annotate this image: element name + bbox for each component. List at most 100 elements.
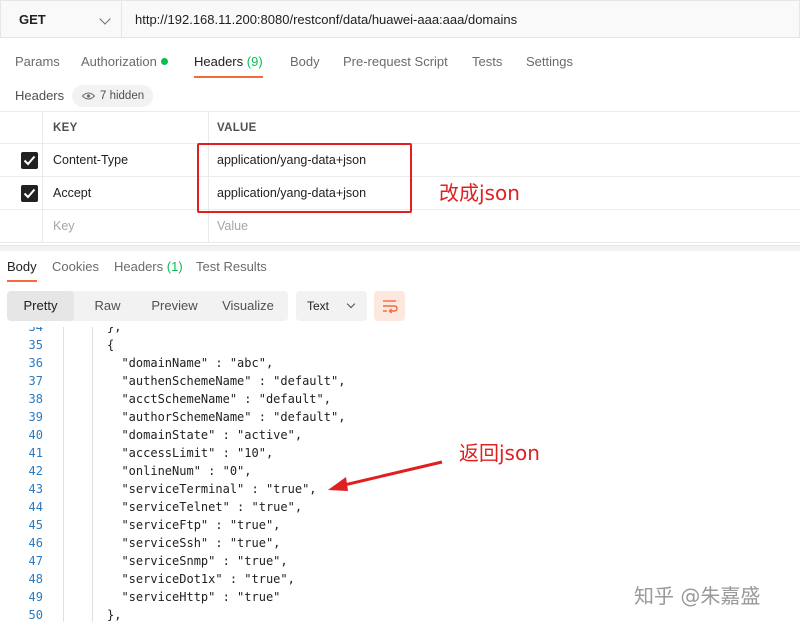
chevron-down-icon — [346, 299, 356, 309]
tab-tests[interactable]: Tests — [472, 48, 502, 78]
line-number: 37 — [28, 374, 43, 388]
code-text: "serviceFtp" : "true", — [107, 518, 281, 532]
tab-label: Body — [290, 54, 320, 69]
line-number: 46 — [28, 536, 43, 550]
panel-divider — [0, 245, 800, 251]
tab-label: Test Results — [196, 259, 267, 274]
line-number: 43 — [28, 482, 43, 496]
code-text: "serviceDot1x" : "true", — [107, 572, 295, 586]
line-number: 44 — [28, 500, 43, 514]
hidden-headers-toggle[interactable]: 7 hidden — [72, 85, 154, 107]
code-line: 36 "domainName" : "abc", — [0, 354, 800, 372]
view-raw-button[interactable]: Raw — [74, 291, 141, 321]
code-line: 35 { — [0, 336, 800, 354]
code-text: "authorSchemeName" : "default", — [107, 410, 346, 424]
line-number: 50 — [28, 608, 43, 622]
row-checkbox[interactable] — [21, 185, 38, 202]
response-tab-headers[interactable]: Headers (1) — [114, 259, 183, 274]
line-number: 47 — [28, 554, 43, 568]
code-line: 34}, — [0, 327, 800, 336]
active-tab-indicator — [194, 76, 263, 78]
headers-section-label: Headers — [15, 88, 65, 103]
wrap-lines-icon — [383, 300, 398, 314]
tab-headers[interactable]: Headers (9) — [194, 48, 263, 78]
checkmark-icon — [23, 155, 36, 166]
code-line: 37 "authenSchemeName" : "default", — [0, 372, 800, 390]
tab-body[interactable]: Body — [290, 48, 320, 78]
code-text: "accessLimit" : "10", — [107, 446, 274, 460]
code-text: "serviceTelnet" : "true", — [107, 500, 303, 514]
new-key-input[interactable]: Key — [43, 210, 209, 242]
view-preview-button[interactable]: Preview — [141, 291, 208, 321]
tab-settings[interactable]: Settings — [526, 48, 573, 78]
tab-count-badge: (1) — [166, 259, 183, 274]
new-value-input[interactable]: Value — [209, 210, 800, 242]
line-number: 42 — [28, 464, 43, 478]
table-row-new: Key Value — [0, 210, 800, 243]
tab-params[interactable]: Params — [15, 48, 60, 78]
tab-pre-request-script[interactable]: Pre-request Script — [343, 48, 448, 78]
tab-authorization[interactable]: Authorization — [81, 48, 168, 78]
chevron-down-icon — [99, 13, 111, 25]
check-cell — [0, 210, 43, 242]
line-number: 35 — [28, 338, 43, 352]
view-mode-switcher: Pretty Raw Preview Visualize — [7, 291, 288, 321]
tab-label: Params — [15, 54, 60, 69]
code-text: "acctSchemeName" : "default", — [107, 392, 331, 406]
line-number: 40 — [28, 428, 43, 442]
code-line: 47 "serviceSnmp" : "true", — [0, 552, 800, 570]
url-bar: GET http://192.168.11.200:8080/restconf/… — [0, 0, 800, 38]
code-text: "serviceSsh" : "true", — [107, 536, 281, 550]
check-cell — [0, 144, 43, 176]
response-tab-test-results[interactable]: Test Results — [196, 259, 267, 274]
code-line: 40 "domainState" : "active", — [0, 426, 800, 444]
header-key-cell[interactable]: Accept — [43, 177, 209, 209]
view-pretty-button[interactable]: Pretty — [7, 291, 74, 321]
line-number: 39 — [28, 410, 43, 424]
code-line: 45 "serviceFtp" : "true", — [0, 516, 800, 534]
request-tabs: Params Authorization Headers (9) Body Pr… — [0, 48, 800, 78]
wrap-lines-button[interactable] — [374, 291, 405, 321]
code-line: 38 "acctSchemeName" : "default", — [0, 390, 800, 408]
code-text: }, — [107, 327, 122, 334]
line-number: 34 — [28, 327, 43, 334]
tab-label: Settings — [526, 54, 573, 69]
tab-label: Headers — [194, 54, 244, 69]
line-number: 49 — [28, 590, 43, 604]
headers-bar: Headers 7 hidden — [0, 84, 800, 108]
code-text: }, — [107, 608, 122, 622]
tab-label: Tests — [472, 54, 503, 69]
tab-count-badge: (9) — [246, 54, 263, 69]
method-label: GET — [19, 11, 46, 27]
line-number: 45 — [28, 518, 43, 532]
annotation-return-json: 返回json — [459, 441, 540, 465]
view-visualize-button[interactable]: Visualize — [208, 291, 288, 321]
header-key-cell[interactable]: Content-Type — [43, 144, 209, 176]
line-number: 48 — [28, 572, 43, 586]
eye-icon — [82, 92, 95, 100]
code-text: "serviceSnmp" : "true", — [107, 554, 288, 568]
format-select[interactable]: Text — [296, 291, 367, 321]
url-input[interactable]: http://192.168.11.200:8080/restconf/data… — [121, 0, 800, 38]
method-select[interactable]: GET — [0, 0, 121, 38]
line-number: 36 — [28, 356, 43, 370]
hidden-count-label: 7 hidden — [100, 90, 145, 102]
code-text: "serviceHttp" : "true" — [107, 590, 281, 604]
response-tab-body[interactable]: Body — [7, 259, 37, 282]
column-header-value: VALUE — [217, 122, 257, 134]
row-checkbox[interactable] — [21, 152, 38, 169]
status-dot-icon — [160, 58, 168, 65]
code-line: 44 "serviceTelnet" : "true", — [0, 498, 800, 516]
annotation-change-json: 改成json — [439, 181, 520, 205]
response-tab-cookies[interactable]: Cookies — [52, 259, 99, 274]
code-text: { — [107, 338, 115, 352]
code-text: "domainState" : "active", — [107, 428, 303, 442]
code-line: 39 "authorSchemeName" : "default", — [0, 408, 800, 426]
tab-label: Authorization — [81, 54, 157, 69]
tab-label: Body — [7, 259, 37, 274]
code-text: "serviceTerminal" : "true", — [107, 482, 317, 496]
watermark: 知乎 @朱嘉盛 — [634, 584, 761, 608]
code-text: "domainName" : "abc", — [107, 356, 274, 370]
tab-label: Cookies — [52, 259, 99, 274]
column-header-key: KEY — [43, 112, 209, 143]
